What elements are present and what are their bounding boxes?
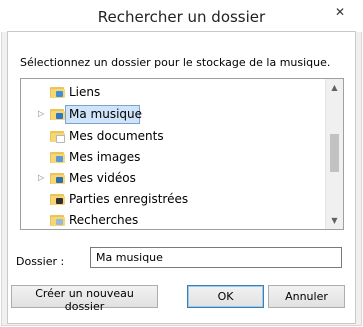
folder-field-label: Dossier : bbox=[16, 255, 65, 268]
tree-item-mes-images[interactable]: Mes images bbox=[21, 147, 326, 167]
music-folder-icon bbox=[50, 107, 66, 120]
links-folder-icon bbox=[50, 85, 66, 98]
tree-item-ma-musique[interactable]: ▷ Ma musique bbox=[21, 104, 326, 124]
saved-games-folder-icon bbox=[50, 192, 66, 205]
tree-item-recherches[interactable]: Recherches bbox=[21, 210, 326, 229]
instruction-text: Sélectionnez un dossier pour le stockage… bbox=[20, 56, 331, 69]
tree-item-label: Mes images bbox=[69, 150, 141, 164]
cancel-button[interactable]: Annuler bbox=[268, 285, 345, 308]
expand-arrow-icon[interactable]: ▷ bbox=[38, 173, 44, 182]
vertical-scrollbar[interactable]: ▲ ▼ bbox=[325, 79, 343, 229]
tree-item-parties-enregistrees[interactable]: Parties enregistrées bbox=[21, 189, 326, 209]
tree-item-label: Ma musique bbox=[69, 107, 143, 121]
folder-tree[interactable]: Liens ▷ Ma musique Mes documents Mes ima… bbox=[20, 78, 344, 230]
dialog-title: Rechercher un dossier bbox=[97, 8, 266, 26]
tree-item-label: Liens bbox=[69, 85, 101, 99]
scrollbar-thumb[interactable] bbox=[330, 134, 339, 172]
tree-item-liens[interactable]: Liens bbox=[21, 82, 326, 102]
tree-item-label: Recherches bbox=[69, 213, 139, 227]
title-bar: Rechercher un dossier ✕ bbox=[1, 1, 362, 32]
pictures-folder-icon bbox=[50, 150, 66, 163]
expand-arrow-icon[interactable]: ▷ bbox=[38, 109, 44, 118]
documents-folder-icon bbox=[50, 129, 66, 143]
videos-folder-icon bbox=[50, 171, 66, 184]
scroll-up-icon[interactable]: ▲ bbox=[326, 79, 343, 96]
folder-name-input[interactable] bbox=[90, 247, 342, 268]
close-icon[interactable]: ✕ bbox=[324, 2, 356, 22]
tree-item-label: Mes documents bbox=[69, 129, 164, 143]
ok-button[interactable]: OK bbox=[187, 285, 264, 308]
tree-item-label: Mes vidéos bbox=[69, 171, 136, 185]
new-folder-button[interactable]: Créer un nouveau dossier bbox=[11, 285, 158, 313]
tree-item-mes-documents[interactable]: Mes documents bbox=[21, 126, 326, 146]
tree-item-mes-videos[interactable]: ▷ Mes vidéos bbox=[21, 168, 326, 188]
tree-item-label: Parties enregistrées bbox=[69, 192, 189, 206]
searches-folder-icon bbox=[50, 213, 66, 226]
scroll-down-icon[interactable]: ▼ bbox=[326, 212, 343, 229]
